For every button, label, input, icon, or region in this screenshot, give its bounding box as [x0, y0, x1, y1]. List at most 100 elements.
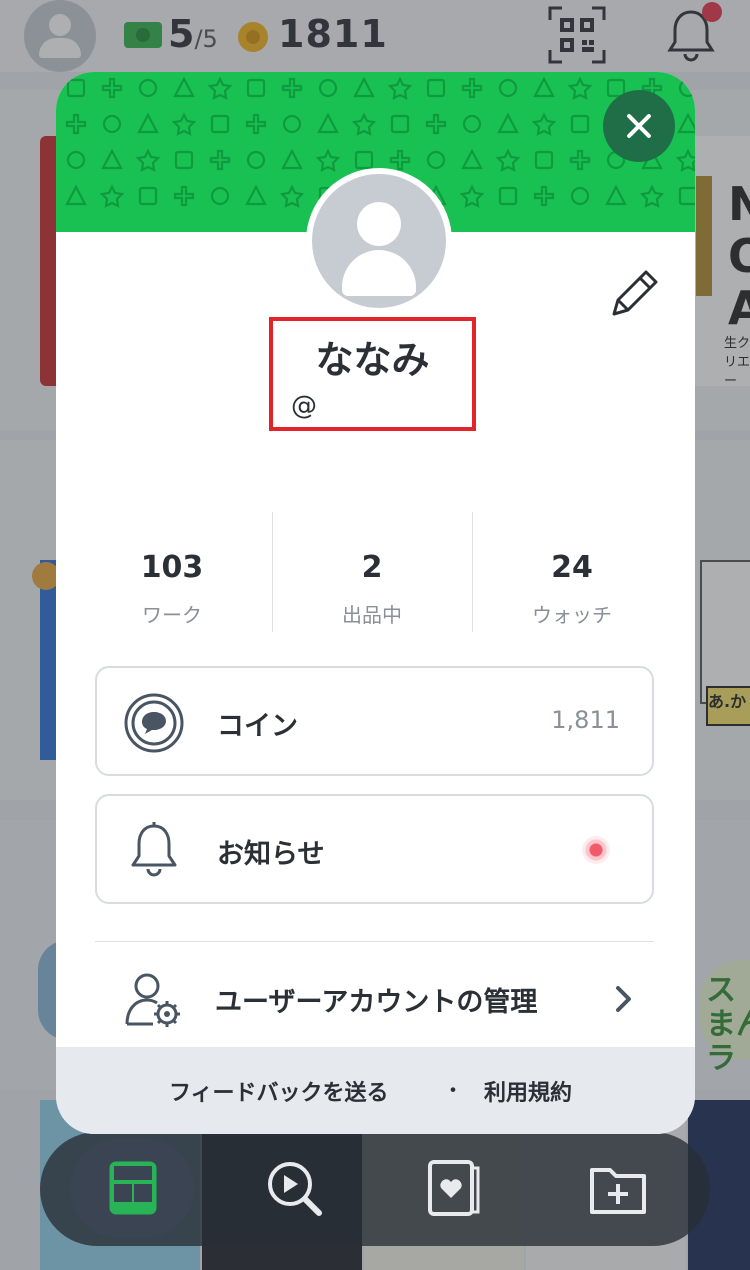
pattern-glyph [533, 76, 555, 98]
pattern-glyph [461, 77, 483, 99]
pencil-icon[interactable] [606, 262, 666, 322]
pattern-glyph [315, 148, 341, 172]
pattern-glyph [207, 76, 233, 100]
stat-value: 2 [361, 550, 383, 585]
pattern-glyph [534, 150, 554, 170]
pattern-glyph [173, 185, 195, 207]
pattern-glyph [462, 114, 482, 134]
pattern-glyph [101, 77, 123, 99]
pattern-glyph [569, 149, 591, 171]
pattern-glyph [246, 150, 266, 170]
pattern-glyph [102, 114, 122, 134]
pattern-glyph [605, 184, 627, 206]
notice-label: お知らせ [217, 839, 325, 870]
pattern-glyph [677, 112, 695, 134]
unread-dot [582, 836, 610, 864]
account-settings-icon [125, 973, 180, 1027]
pattern-glyph [282, 114, 302, 134]
pattern-glyph [426, 78, 446, 98]
pattern-glyph [390, 114, 410, 134]
pattern-glyph [533, 185, 555, 207]
pattern-glyph [246, 78, 266, 98]
stat-label: 出品中 [342, 603, 402, 627]
pattern-glyph [138, 78, 158, 98]
stat-listed[interactable]: 2 出品中 [272, 512, 472, 632]
coin-value: 1,811 [551, 706, 620, 734]
stat-label: ウォッチ [532, 603, 612, 627]
pattern-glyph [675, 148, 695, 172]
pattern-glyph [210, 114, 230, 134]
pattern-glyph [570, 186, 590, 206]
profile-stats: 103 ワーク 2 出品中 24 ウォッチ [72, 512, 679, 632]
pattern-glyph [531, 112, 557, 136]
pattern-glyph [65, 184, 87, 206]
chevron-right-icon [616, 986, 631, 1012]
pattern-glyph [498, 78, 518, 98]
pattern-glyph [174, 150, 194, 170]
pattern-glyph [495, 148, 521, 172]
pattern-glyph [245, 113, 267, 135]
terms-link[interactable]: 利用規約 [484, 1075, 572, 1107]
modal-footer: フィードバックを送る ・ 利用規約 [56, 1047, 695, 1134]
pattern-glyph [245, 184, 267, 206]
pattern-glyph [173, 76, 195, 98]
pattern-glyph [389, 149, 411, 171]
search-play-icon[interactable] [264, 1158, 324, 1218]
pattern-glyph [459, 184, 485, 208]
feedback-link[interactable]: フィードバックを送る [169, 1075, 389, 1107]
profile-modal: ななみ @ 103 ワーク 2 出品中 24 ウォッチ コイン 1,811 お知… [56, 72, 695, 1134]
pattern-glyph [678, 186, 695, 206]
pattern-glyph [567, 76, 593, 100]
stat-label: ワーク [142, 603, 202, 627]
pattern-glyph [461, 148, 483, 170]
pattern-glyph [318, 78, 338, 98]
pattern-glyph [353, 76, 375, 98]
close-button[interactable] [603, 90, 675, 162]
footer-separator: ・ [442, 1079, 465, 1104]
stat-works[interactable]: 103 ワーク [72, 512, 272, 632]
pattern-glyph [279, 184, 305, 208]
stat-value: 103 [140, 550, 204, 585]
pattern-glyph [137, 112, 159, 134]
bell-icon [131, 822, 177, 877]
pattern-glyph [66, 78, 86, 98]
folder-add-icon[interactable] [588, 1158, 648, 1218]
profile-handle: @ [291, 391, 317, 421]
pattern-glyph [497, 112, 519, 134]
pattern-glyph [209, 149, 231, 171]
pattern-glyph [99, 184, 125, 208]
pattern-glyph [65, 113, 87, 135]
account-management-row[interactable]: ユーザーアカウントの管理 [95, 952, 654, 1048]
profile-avatar [306, 168, 452, 314]
coin-label: コイン [217, 711, 298, 742]
pattern-glyph [66, 150, 86, 170]
pattern-glyph [354, 150, 374, 170]
pattern-glyph [101, 148, 123, 170]
pattern-glyph [387, 76, 413, 100]
album-heart-icon[interactable] [424, 1158, 484, 1218]
pattern-glyph [135, 148, 161, 172]
stat-watch[interactable]: 24 ウォッチ [472, 512, 672, 632]
section-divider [95, 941, 654, 942]
home-icon [109, 1161, 157, 1215]
coin-row[interactable]: コイン 1,811 [95, 666, 654, 776]
pattern-glyph [570, 114, 590, 134]
pattern-glyph [210, 186, 230, 206]
stat-value: 24 [551, 550, 593, 585]
pattern-glyph [281, 77, 303, 99]
profile-name-highlight: ななみ @ [269, 317, 476, 431]
account-label: ユーザーアカウントの管理 [215, 987, 538, 1018]
notice-row[interactable]: お知らせ [95, 794, 654, 904]
pattern-glyph [426, 150, 446, 170]
pattern-glyph [351, 112, 377, 136]
pattern-glyph [498, 186, 518, 206]
pattern-glyph [138, 186, 158, 206]
pattern-glyph [281, 148, 303, 170]
pattern-glyph [317, 112, 339, 134]
pattern-glyph [425, 113, 447, 135]
profile-name: ななみ [315, 338, 430, 382]
pattern-glyph [639, 184, 665, 208]
coin-circle-icon [124, 693, 184, 753]
pattern-glyph [678, 78, 695, 98]
pattern-glyph [171, 112, 197, 136]
